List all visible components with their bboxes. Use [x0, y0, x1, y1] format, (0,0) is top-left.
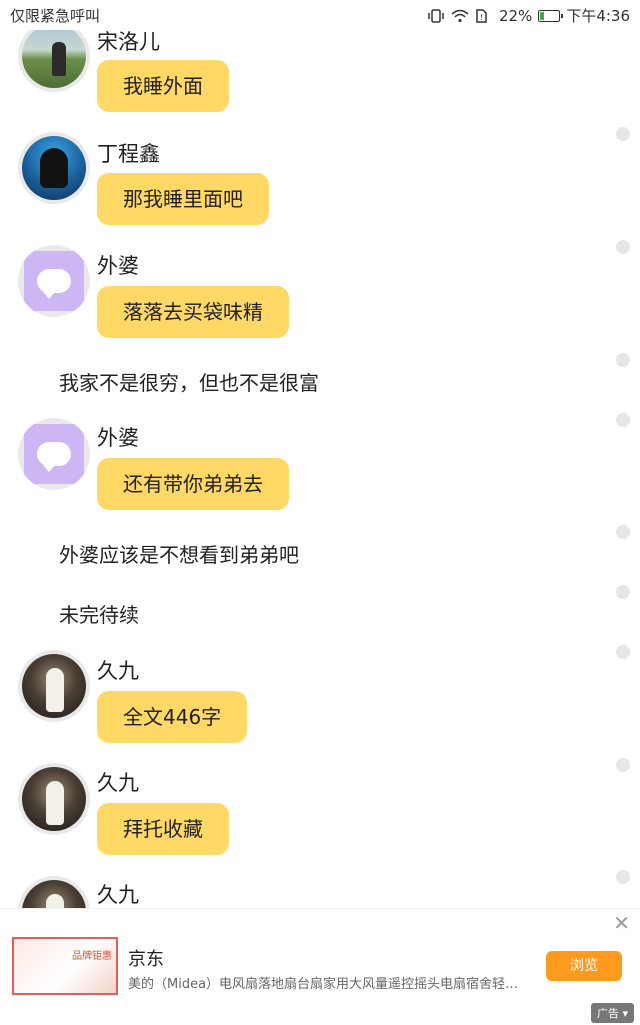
- svg-text:!: !: [480, 13, 483, 22]
- landscape-avatar[interactable]: [18, 20, 90, 92]
- message-bubble[interactable]: 还有带你弟弟去: [97, 458, 289, 510]
- ad-thumb-text: 品牌钜惠: [72, 951, 112, 962]
- ad-thumbnail[interactable]: 品牌钜惠: [12, 937, 118, 995]
- dark-photo-avatar[interactable]: [18, 650, 90, 722]
- chat-icon: [37, 269, 71, 299]
- ad-title[interactable]: 京东: [128, 945, 164, 971]
- status-bar: 仅限紧急呼叫 ! 22% 下午4:36: [0, 0, 640, 30]
- message-bubble[interactable]: 那我睡里面吧: [97, 173, 269, 225]
- network-status-text: 仅限紧急呼叫: [10, 7, 101, 25]
- chat-bubble-avatar[interactable]: [18, 245, 90, 317]
- option-dot[interactable]: [616, 758, 630, 772]
- narration-text[interactable]: 未完待续: [59, 599, 139, 628]
- option-dot[interactable]: [616, 870, 630, 884]
- message-bubble[interactable]: 我睡外面: [97, 60, 229, 112]
- status-icons: ! 22% 下午4:36: [427, 5, 630, 26]
- option-dot[interactable]: [616, 127, 630, 141]
- sender-name: 外婆: [97, 254, 139, 278]
- sender-name: 久九: [97, 659, 139, 683]
- battery-fill: [540, 11, 545, 20]
- chat-bubble-avatar[interactable]: [18, 418, 90, 490]
- chat-transcript[interactable]: 宋洛儿 我睡外面 丁程鑫 那我睡里面吧 外婆 落落去买袋味精 我家不是很穷，但也…: [0, 0, 640, 908]
- close-icon[interactable]: ✕: [613, 911, 630, 935]
- portrait-avatar[interactable]: [18, 132, 90, 204]
- dark-photo-avatar[interactable]: [18, 763, 90, 835]
- narration-text[interactable]: 外婆应该是不想看到弟弟吧: [59, 539, 299, 568]
- sender-name: 久九: [97, 771, 139, 795]
- sim-icon: !: [475, 8, 493, 23]
- option-dot[interactable]: [616, 645, 630, 659]
- browse-button[interactable]: 浏览: [546, 951, 622, 981]
- clock: 下午4:36: [566, 7, 630, 25]
- option-dot[interactable]: [616, 240, 630, 254]
- dark-photo-avatar[interactable]: [18, 876, 90, 908]
- narration-text[interactable]: 我家不是很穷，但也不是很富: [59, 367, 319, 396]
- wifi-icon: [451, 9, 469, 23]
- option-dot[interactable]: [616, 353, 630, 367]
- sender-name: 宋洛儿: [97, 30, 160, 54]
- message-bubble[interactable]: 拜托收藏: [97, 803, 229, 855]
- ad-banner[interactable]: ✕ 品牌钜惠 京东 美的（Midea）电风扇落地扇台扇家用大风量遥控摇头电扇宿舍…: [0, 908, 640, 1025]
- ad-tag-label: 广告: [596, 1007, 619, 1020]
- sender-name: 久九: [97, 883, 139, 907]
- vibrate-icon: [427, 8, 445, 23]
- sender-name: 外婆: [97, 426, 139, 450]
- message-bubble[interactable]: 落落去买袋味精: [97, 286, 289, 338]
- chat-icon: [37, 442, 71, 472]
- sender-name: 丁程鑫: [97, 142, 160, 166]
- option-dot[interactable]: [616, 585, 630, 599]
- message-bubble[interactable]: 全文446字: [97, 691, 248, 743]
- ad-description[interactable]: 美的（Midea）电风扇落地扇台扇家用大风量遥控摇头电扇宿舍轻音低噪...: [128, 973, 528, 992]
- battery-percent: 22%: [498, 6, 533, 25]
- option-dot[interactable]: [616, 525, 630, 539]
- battery-icon: [538, 9, 564, 22]
- option-dot[interactable]: [616, 413, 630, 427]
- ad-tag[interactable]: 广告 ▾: [590, 1003, 634, 1023]
